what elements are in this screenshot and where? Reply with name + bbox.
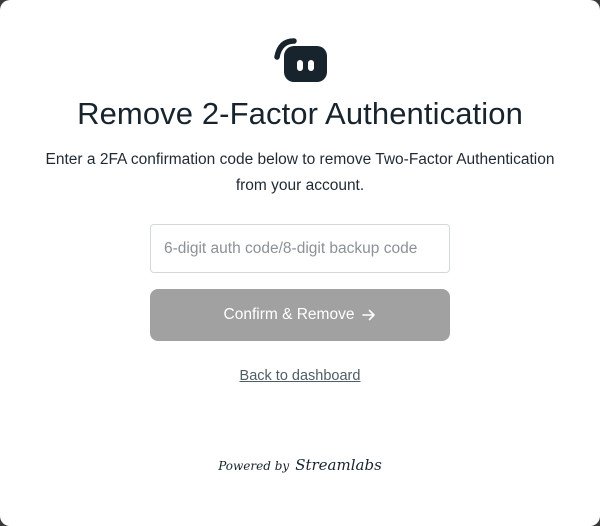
arrow-right-icon <box>362 309 376 321</box>
powered-by-footer: Powered by Streamlabs <box>0 456 600 474</box>
powered-by-text: Powered by <box>218 459 290 473</box>
confirm-remove-button[interactable]: Confirm & Remove <box>150 289 450 341</box>
streamlabs-logo-icon <box>274 38 327 82</box>
streamlabs-wordmark: Streamlabs <box>295 456 382 474</box>
back-to-dashboard-container: Back to dashboard <box>0 368 600 384</box>
remove-2fa-modal: Remove 2-Factor Authentication Enter a 2… <box>0 0 600 526</box>
auth-code-input[interactable] <box>150 224 450 273</box>
back-to-dashboard-link[interactable]: Back to dashboard <box>240 368 361 384</box>
description-text: Enter a 2FA confirmation code below to r… <box>45 151 555 194</box>
page-title: Remove 2-Factor Authentication <box>77 96 523 131</box>
confirm-remove-label: Confirm & Remove <box>223 306 355 323</box>
